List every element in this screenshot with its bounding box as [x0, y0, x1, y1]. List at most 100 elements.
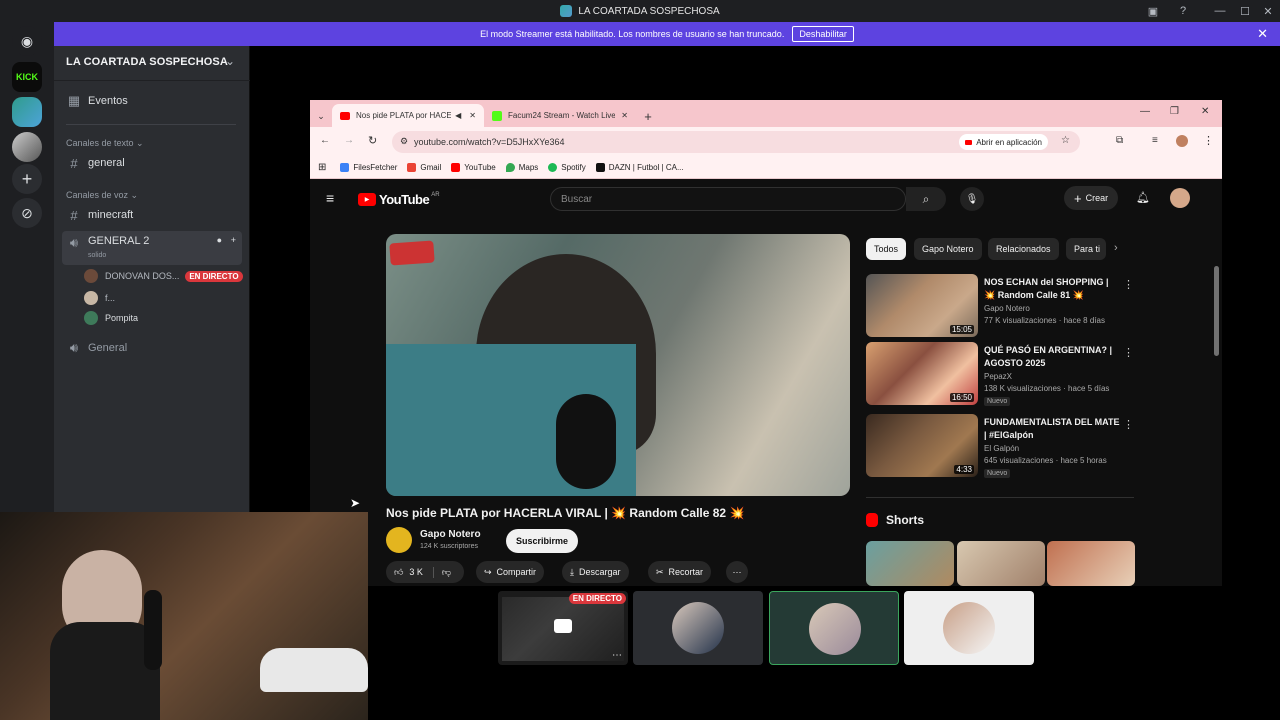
download-button[interactable]: ⤓ Descargar — [562, 561, 629, 583]
profile-avatar[interactable] — [1176, 135, 1188, 147]
more-actions-icon[interactable]: ⋯ — [726, 561, 748, 583]
open-in-app-button[interactable]: Abrir en aplicación — [959, 134, 1048, 150]
like-icon[interactable]: 👍︎ — [394, 567, 403, 578]
channel-general[interactable]: # general — [62, 153, 242, 173]
kick-server-icon[interactable]: KICK — [12, 62, 42, 92]
close-icon[interactable]: ✕ — [1257, 26, 1268, 42]
share-button[interactable]: ↪ Compartir — [476, 561, 545, 583]
more-options-icon[interactable]: ⋯ — [612, 650, 622, 661]
reload-icon[interactable]: ↻ — [368, 134, 377, 147]
server-coartada-icon[interactable] — [12, 97, 42, 127]
more-options-icon[interactable]: ⋮ — [1123, 418, 1134, 431]
search-icon[interactable]: ⌕ — [906, 187, 946, 211]
participant-tile[interactable] — [633, 591, 763, 665]
chip-all[interactable]: Todos — [866, 238, 907, 260]
voice-user-f[interactable]: f... — [84, 289, 115, 307]
account-avatar[interactable] — [1170, 188, 1190, 208]
microphone-icon[interactable]: 🎙︎ — [960, 187, 984, 211]
close-tab-icon[interactable]: ✕ — [469, 111, 476, 120]
close-browser-icon[interactable]: ✕ — [1201, 106, 1209, 117]
subscribe-button[interactable]: Suscribirme — [506, 529, 579, 553]
bookmark-spotify[interactable]: Spotify — [548, 163, 586, 172]
recommendation-item[interactable]: 15:05 NOS ECHAN del SHOPPING | 💥 Random … — [866, 274, 1134, 338]
create-button[interactable]: + Crear — [1064, 186, 1119, 210]
server-avatar-icon[interactable] — [12, 132, 42, 162]
add-server-icon[interactable]: + — [12, 164, 42, 194]
more-options-icon[interactable]: ⋮ — [1123, 346, 1134, 359]
back-icon[interactable]: ← — [320, 135, 330, 146]
explore-icon[interactable]: ⊘ — [12, 198, 42, 228]
bookmark-filesfetcher[interactable]: FilesFetcher — [340, 163, 397, 172]
maximize-button[interactable]: ☐ — [1233, 2, 1257, 20]
dislike-icon[interactable]: 👎︎ — [432, 566, 451, 578]
video-player[interactable] — [386, 234, 850, 496]
minimize-browser-icon[interactable]: — — [1140, 106, 1150, 117]
channel-minecraft[interactable]: # minecraft — [62, 205, 242, 225]
voice-user-donovan[interactable]: DONOVAN DOS... EN DIRECTO — [84, 267, 243, 285]
channel-general-voice[interactable]: 🔊︎ General — [62, 338, 242, 358]
clip-button[interactable]: ✂ Recortar — [648, 561, 712, 583]
chat-icon[interactable]: ● — [217, 235, 222, 245]
help-icon[interactable]: ? — [1171, 2, 1195, 20]
channel-sidebar: LA COARTADA SOSPECHOSA ⌄ ▦ Eventos Canal… — [54, 46, 250, 512]
site-info-icon[interactable]: ⚙ — [400, 136, 408, 147]
thumbnail[interactable]: 15:05 — [866, 274, 978, 337]
extensions-icon[interactable]: ⧉ — [1116, 135, 1123, 146]
minimize-button[interactable]: — — [1208, 2, 1232, 20]
youtube-logo[interactable]: ▶ YouTube AR — [358, 192, 440, 207]
channel-general-2[interactable]: 🔊︎ GENERAL 2 solido ● + — [62, 231, 242, 265]
audio-icon[interactable]: ◀︎ — [455, 111, 461, 120]
restore-browser-icon[interactable]: ❐ — [1170, 106, 1179, 117]
shorts-icon — [866, 513, 878, 527]
apps-icon[interactable]: ⊞ — [318, 162, 326, 173]
disable-streamer-button[interactable]: Deshabilitar — [792, 26, 854, 42]
participant-tile[interactable] — [904, 591, 1034, 665]
voice-channels-category[interactable]: Canales de voz ⌄ — [66, 190, 138, 201]
chip-for-you[interactable]: Para ti — [1066, 238, 1106, 260]
chevron-right-icon[interactable]: › — [1114, 242, 1118, 254]
voice-user-pompita[interactable]: Pompita — [84, 309, 138, 327]
short-thumbnail[interactable] — [866, 541, 954, 586]
tab-kick[interactable]: Facum24 Stream - Watch Live o ✕ — [484, 104, 636, 127]
forward-icon[interactable]: → — [344, 135, 354, 146]
channel-avatar[interactable] — [386, 527, 412, 553]
bookmark-gmail[interactable]: Gmail — [407, 163, 441, 172]
channel-name[interactable]: Gapo Notero — [420, 529, 481, 540]
recommendation-item[interactable]: 4:33 FUNDAMENTALISTA DEL MATE | #ElGalpó… — [866, 414, 1134, 478]
inbox-icon[interactable]: ▣ — [1141, 2, 1165, 20]
hamburger-icon[interactable]: ≡ — [326, 190, 334, 206]
youtube-search-input[interactable]: Buscar — [550, 187, 906, 211]
text-channels-category[interactable]: Canales de texto ⌄ — [66, 138, 144, 149]
chevron-down-icon[interactable]: ⌄ — [225, 54, 235, 68]
star-icon[interactable]: ☆ — [1061, 135, 1070, 146]
bookmark-youtube[interactable]: YouTube — [451, 163, 496, 172]
bookmark-maps[interactable]: Maps — [505, 163, 538, 172]
new-badge: Nuevo — [984, 397, 1011, 406]
events-item[interactable]: ▦ Eventos — [62, 91, 242, 111]
play-logo-icon: ▶ — [358, 193, 376, 206]
page-scrollbar[interactable] — [1214, 266, 1219, 356]
short-thumbnail[interactable] — [1047, 541, 1135, 586]
thumbnail[interactable]: 16:50 — [866, 342, 978, 405]
close-window-button[interactable]: ✕ — [1256, 2, 1280, 20]
tab-search-icon[interactable]: ⌄ — [310, 105, 332, 127]
media-icon[interactable]: ≡ — [1152, 135, 1158, 146]
participant-tile-speaking[interactable] — [769, 591, 899, 665]
chip-gapo-notero[interactable]: Gapo Notero — [914, 238, 982, 260]
more-options-icon[interactable]: ⋮ — [1123, 278, 1134, 291]
chip-related[interactable]: Relacionados — [988, 238, 1059, 260]
browser-menu-icon[interactable]: ⋮ — [1203, 134, 1214, 147]
bookmark-dazn[interactable]: DAZN | Futbol | CA... — [595, 163, 684, 172]
guild-name[interactable]: LA COARTADA SOSPECHOSA — [66, 56, 228, 68]
new-tab-icon[interactable]: + — [636, 105, 660, 127]
close-tab-icon[interactable]: ✕ — [621, 111, 628, 120]
thumbnail[interactable]: 4:33 — [866, 414, 978, 477]
bell-icon[interactable]: 🔔︎ — [1136, 191, 1150, 204]
discord-home-icon[interactable]: ◉ — [12, 26, 42, 56]
url-field[interactable]: ⚙ youtube.com/watch?v=D5JHxXYe364 Abrir … — [392, 131, 1080, 153]
participant-tile-stream[interactable]: EN DIRECTO ⋯ — [498, 591, 628, 665]
add-member-icon[interactable]: + — [231, 235, 236, 245]
tab-youtube[interactable]: Nos pide PLATA por HACER ◀︎ ✕ — [332, 104, 484, 127]
recommendation-item[interactable]: 16:50 QUÉ PASÓ EN ARGENTINA? | AGOSTO 20… — [866, 342, 1134, 406]
short-thumbnail[interactable] — [957, 541, 1045, 586]
